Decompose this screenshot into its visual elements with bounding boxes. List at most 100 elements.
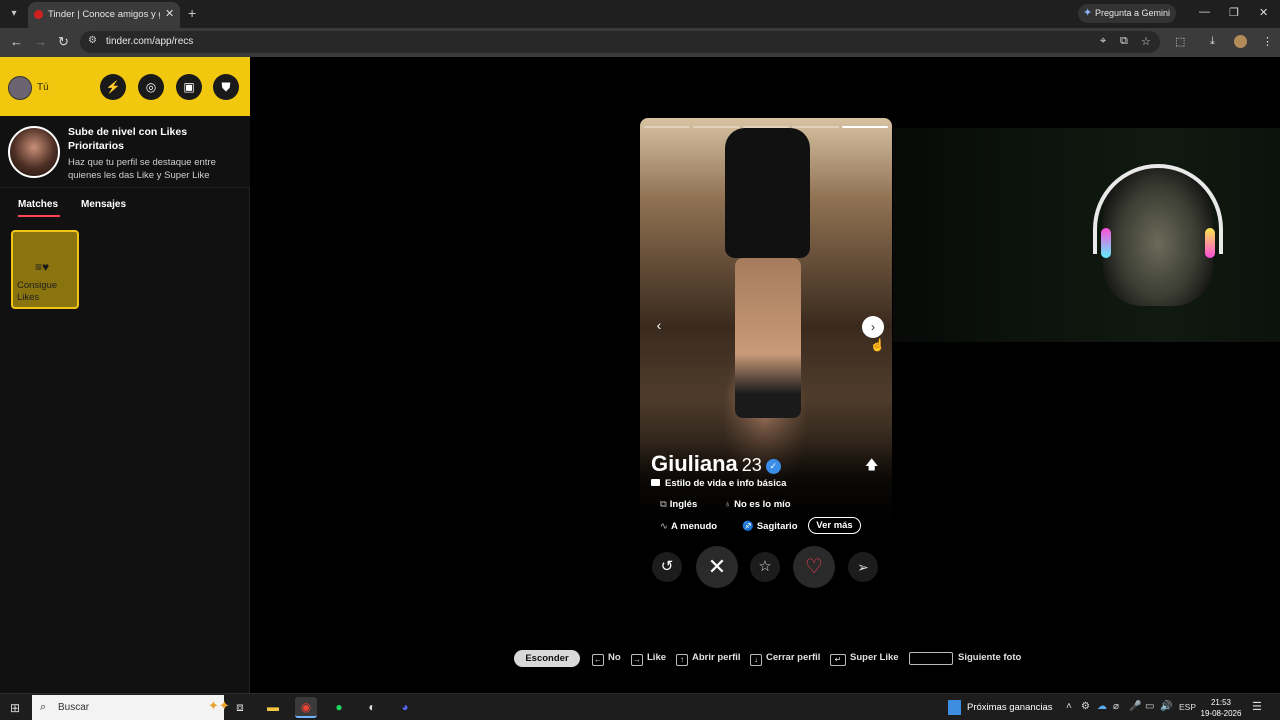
back-icon[interactable]: ← <box>10 34 23 49</box>
tab-close-icon[interactable]: ✕ <box>165 7 174 20</box>
photo-progress-segment <box>742 126 790 128</box>
profile-card[interactable]: ‹ › Giuliana 23 ✓ 🡅 Estilo de vida e info … <box>640 118 892 580</box>
get-likes-label: Consigue Likes <box>17 280 58 303</box>
down-arrow-key-icon: ↓ <box>750 654 762 666</box>
active-tab-indicator <box>18 215 60 217</box>
webcam-overlay <box>893 128 1280 342</box>
chip-zodiac: ♐ Sagitario <box>742 521 798 532</box>
extensions-icon[interactable]: ⬚ <box>1175 35 1185 48</box>
hide-shortcuts-button[interactable]: Esconder <box>514 650 580 667</box>
downloads-icon[interactable]: ⤓ <box>1210 35 1215 48</box>
news-icon <box>948 700 961 716</box>
shortcut-like: → Like <box>631 652 666 666</box>
onedrive-icon[interactable]: ☁ <box>1097 701 1107 712</box>
shortcut-next-photo: Siguiente foto <box>958 652 1022 663</box>
taskbar-search[interactable]: ⌕ Buscar ✦✦ <box>32 695 230 720</box>
tag-icon <box>651 479 660 486</box>
address-bar[interactable]: ⚙ tinder.com/app/recs ⌖ ⧉ ☆ <box>80 31 1160 53</box>
heart-speed-icon: ≡♥ <box>35 260 50 274</box>
taskbar-clock[interactable]: 21:53 19-08-2026 <box>1196 697 1246 719</box>
input-language[interactable]: ESP <box>1179 702 1196 712</box>
gemini-button[interactable]: ✦ Pregunta a Gemini <box>1078 4 1176 23</box>
shortcut-open-profile: ↑ Abrir perfil <box>676 652 741 666</box>
reload-icon[interactable]: ↻ <box>58 34 69 50</box>
profile-photo[interactable] <box>640 118 892 580</box>
glass-icon: ♁ <box>724 499 732 510</box>
photo-progress-segment <box>693 126 740 128</box>
tab-search-icon[interactable]: ▾ <box>6 6 22 22</box>
boost-icon[interactable]: ⚡ <box>100 74 126 100</box>
shield-icon[interactable]: ⛊ <box>213 74 239 100</box>
chrome-icon[interactable]: ◉ <box>295 697 317 718</box>
promo-avatar <box>8 126 60 178</box>
browser-menu-icon[interactable]: ⋮ <box>1262 35 1273 48</box>
previous-photo-icon[interactable]: ‹ <box>651 317 667 335</box>
news-widget[interactable]: Próximas ganancias <box>948 699 1053 717</box>
profile-name: Giuliana <box>651 451 738 476</box>
profile-avatar[interactable] <box>1234 35 1247 48</box>
briefcase-icon[interactable]: ▣ <box>176 74 202 100</box>
chip-zodiac-label: Sagitario <box>756 521 798 532</box>
discord-icon[interactable]: ◕ <box>394 697 416 718</box>
send-message-button[interactable]: ➢ <box>848 552 878 582</box>
priority-likes-promo[interactable]: Sube de nivel con Likes Prioritarios Haz… <box>0 116 250 188</box>
volume-icon[interactable]: 🔊 <box>1160 701 1172 712</box>
file-explorer-icon[interactable]: ▬ <box>262 697 284 718</box>
tab-matches[interactable]: Matches <box>18 199 58 210</box>
shortcut-no-label: No <box>608 652 621 663</box>
tab-messages[interactable]: Mensajes <box>81 199 126 210</box>
my-avatar[interactable] <box>8 76 32 100</box>
site-info-icon[interactable]: ⚙ <box>88 35 97 46</box>
microphone-icon[interactable]: 🎤 <box>1129 701 1141 712</box>
send-icon: ➢ <box>857 559 869 575</box>
super-like-button[interactable]: ☆ <box>750 552 780 582</box>
see-more-button[interactable]: Ver más <box>808 517 861 534</box>
photo-progress-segment <box>841 126 889 128</box>
network-icon[interactable]: ▭ <box>1145 701 1154 712</box>
notifications-icon[interactable]: ☰ <box>1252 700 1262 713</box>
windows-start-icon[interactable]: ⊞ <box>10 701 20 715</box>
install-app-icon[interactable]: ⧉ <box>1120 35 1128 48</box>
chip-frequency-label: A menudo <box>670 521 718 532</box>
open-profile-arrow-icon[interactable]: 🡅 <box>865 456 878 478</box>
enter-key-icon: ↵ <box>830 654 846 666</box>
next-photo-icon[interactable]: › <box>862 316 884 338</box>
explore-icon[interactable]: ◎ <box>138 74 164 100</box>
new-tab-icon[interactable]: + <box>188 5 196 21</box>
tray-network-off-icon[interactable]: ⌀ <box>1113 701 1119 712</box>
tab-title: Tinder | Conoce amigos y gente <box>48 9 160 20</box>
like-button[interactable]: ♡ <box>793 546 835 588</box>
sidebar-tabs: Matches Mensajes <box>0 188 250 220</box>
task-view-icon[interactable]: ⧈ <box>229 697 251 718</box>
activity-icon: ∿ <box>660 521 668 532</box>
shortcut-super-like: ↵ Super Like <box>830 652 899 666</box>
chip-language-label: Inglés <box>669 499 698 510</box>
close-icon: ✕ <box>707 554 727 579</box>
url-text: tinder.com/app/recs <box>106 36 194 47</box>
zodiac-icon: ♐ <box>742 521 754 532</box>
location-icon[interactable]: ⌖ <box>1100 35 1106 48</box>
left-sidebar: Tú ⚡ ◎ ▣ ⛊ Sube de nivel con Likes Prior… <box>0 57 250 693</box>
search-placeholder: Buscar <box>58 702 90 713</box>
clock-time: 21:53 <box>1210 698 1232 707</box>
get-likes-card[interactable]: ≡♥ Consigue Likes <box>11 230 79 309</box>
nope-button[interactable]: ✕ <box>696 546 738 588</box>
my-profile-label[interactable]: Tú <box>37 82 49 93</box>
tray-overflow-icon[interactable]: ˄ <box>1066 701 1072 712</box>
rewind-button[interactable]: ↺ <box>652 552 682 582</box>
spotify-icon[interactable]: ● <box>328 697 350 718</box>
search-highlight-icon: ✦✦ <box>208 698 230 713</box>
heart-icon: ♡ <box>805 556 823 578</box>
promo-title: Sube de nivel con Likes Prioritarios <box>68 126 188 152</box>
profile-name-row: Giuliana 23 ✓ <box>651 451 781 477</box>
restore-icon[interactable]: ❐ <box>1229 6 1239 19</box>
bookmark-star-icon[interactable]: ☆ <box>1141 35 1151 48</box>
forward-icon[interactable]: → <box>34 34 47 49</box>
minimize-icon[interactable]: — <box>1199 6 1210 18</box>
photo-progress-bar <box>644 126 889 128</box>
clock-date: 19-08-2026 <box>1200 709 1242 718</box>
obs-icon[interactable]: ◐ <box>361 697 383 718</box>
browser-tab-active[interactable]: Tinder | Conoce amigos y gente ✕ <box>28 2 180 28</box>
window-close-icon[interactable]: ✕ <box>1259 6 1268 19</box>
tray-app-icon[interactable]: ⚙ <box>1081 701 1090 712</box>
